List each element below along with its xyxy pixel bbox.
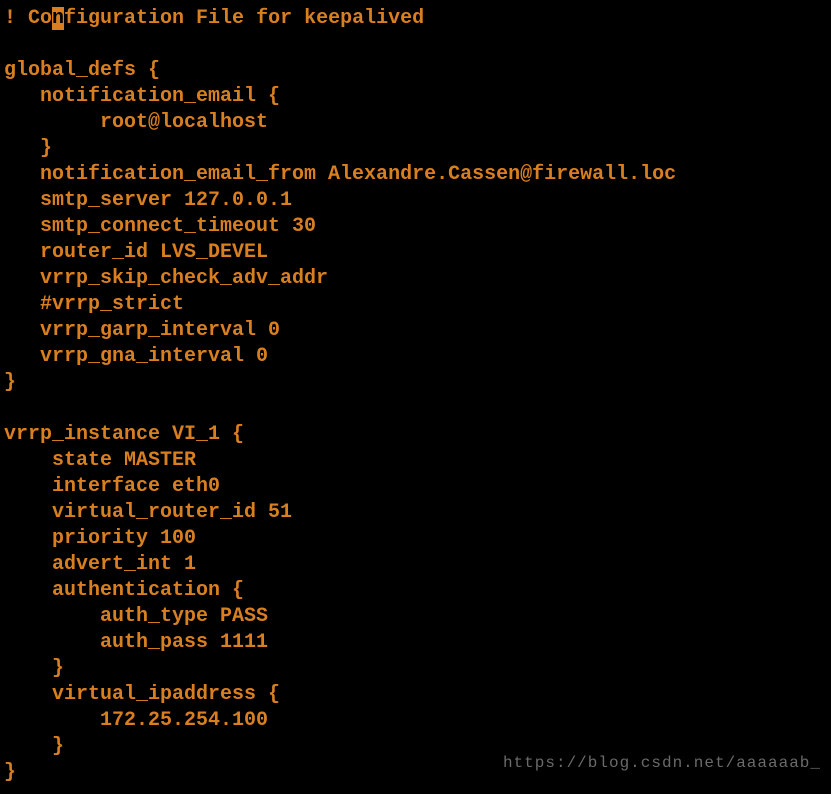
config-line: } bbox=[4, 735, 64, 758]
config-line: virtual_router_id 51 bbox=[4, 501, 292, 524]
config-line: auth_type PASS bbox=[4, 605, 268, 628]
config-line: smtp_connect_timeout 30 bbox=[4, 215, 316, 238]
config-line: vrrp_instance VI_1 { bbox=[4, 423, 244, 446]
config-line: } bbox=[4, 137, 52, 160]
config-line: } bbox=[4, 371, 16, 394]
config-line: global_defs { bbox=[4, 59, 160, 82]
config-line: } bbox=[4, 657, 64, 680]
config-line: notification_email_from Alexandre.Cassen… bbox=[4, 163, 676, 186]
config-line: root@localhost bbox=[4, 111, 268, 134]
config-line: priority 100 bbox=[4, 527, 196, 550]
config-line: vrrp_gna_interval 0 bbox=[4, 345, 268, 368]
config-line: advert_int 1 bbox=[4, 553, 196, 576]
config-line: virtual_ipaddress { bbox=[4, 683, 280, 706]
config-line: vrrp_skip_check_adv_addr bbox=[4, 267, 328, 290]
config-line: } bbox=[4, 761, 16, 784]
config-line: state MASTER bbox=[4, 449, 196, 472]
config-line: 172.25.254.100 bbox=[4, 709, 268, 732]
config-line: auth_pass 1111 bbox=[4, 631, 268, 654]
terminal-output[interactable]: ! Configuration File for keepalived glob… bbox=[0, 0, 831, 786]
config-line: notification_email { bbox=[4, 85, 280, 108]
config-line: interface eth0 bbox=[4, 475, 220, 498]
config-line: smtp_server 127.0.0.1 bbox=[4, 189, 292, 212]
config-line: ! Configuration File for keepalived bbox=[4, 7, 424, 30]
watermark-text: https://blog.csdn.net/aaaaaab_ bbox=[503, 750, 821, 776]
config-line: authentication { bbox=[4, 579, 244, 602]
config-line: vrrp_garp_interval 0 bbox=[4, 319, 280, 342]
cursor: n bbox=[52, 7, 64, 30]
config-line: router_id LVS_DEVEL bbox=[4, 241, 268, 264]
config-line: #vrrp_strict bbox=[4, 293, 184, 316]
